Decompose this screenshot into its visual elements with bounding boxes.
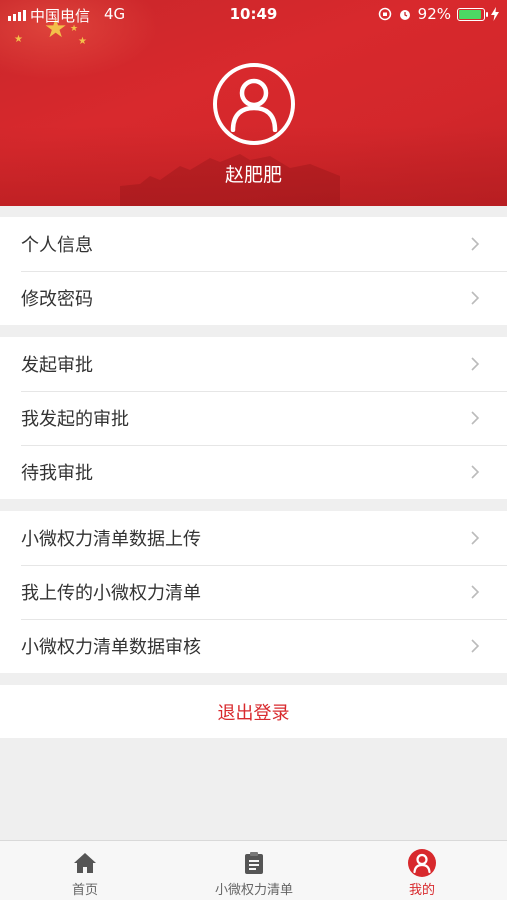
menu-item-my-approvals[interactable]: 我发起的审批 <box>0 391 507 445</box>
battery-percentage: 92% <box>417 5 451 23</box>
menu-item-label: 发起审批 <box>21 355 93 376</box>
tab-bar: 首页 小微权力清单 我的 <box>0 840 507 900</box>
tab-home[interactable]: 首页 <box>45 841 125 900</box>
chevron-right-icon <box>471 639 480 653</box>
menu-item-my-uploaded-power-list[interactable]: 我上传的小微权力清单 <box>0 565 507 619</box>
menu-item-label: 修改密码 <box>21 289 93 310</box>
tab-power-list[interactable]: 小微权力清单 <box>198 841 310 900</box>
menu-group-approval: 发起审批 我发起的审批 待我审批 <box>0 337 507 499</box>
alarm-icon <box>399 10 410 20</box>
status-bar: 中国电信 4G 10:49 92% <box>0 0 507 28</box>
home-icon <box>74 853 96 873</box>
rotation-lock-icon <box>378 7 391 21</box>
menu-item-label: 我发起的审批 <box>21 409 129 430</box>
tab-label: 我的 <box>408 883 435 898</box>
chevron-right-icon <box>471 357 480 371</box>
logout-button[interactable]: 退出登录 <box>0 685 507 738</box>
chevron-right-icon <box>471 237 480 251</box>
menu-item-label: 待我审批 <box>21 463 93 484</box>
menu-item-upload-power-list[interactable]: 小微权力清单数据上传 <box>0 511 507 565</box>
menu-item-label: 个人信息 <box>21 235 93 256</box>
chevron-right-icon <box>471 585 480 599</box>
clipboard-icon <box>245 852 263 874</box>
profile-header: ★ ★ ★ ★ 中国电信 4G 10:49 92% 赵肥肥 <box>0 0 507 206</box>
chevron-right-icon <box>471 411 480 425</box>
menu-item-label: 小微权力清单数据上传 <box>21 529 201 550</box>
battery-icon <box>457 7 488 21</box>
avatar[interactable] <box>213 63 295 145</box>
menu-group-account: 个人信息 修改密码 <box>0 217 507 325</box>
username: 赵肥肥 <box>224 164 282 186</box>
status-icons: 92% <box>378 5 499 23</box>
tab-label: 首页 <box>71 883 98 898</box>
menu-item-change-password[interactable]: 修改密码 <box>0 271 507 325</box>
charging-icon <box>491 7 499 21</box>
menu-item-start-approval[interactable]: 发起审批 <box>0 337 507 391</box>
menu-item-label: 我上传的小微权力清单 <box>21 583 201 604</box>
chevron-right-icon <box>471 291 480 305</box>
user-icon <box>230 78 278 132</box>
tab-label: 小微权力清单 <box>214 883 293 898</box>
user-icon <box>408 849 436 877</box>
menu-item-personal-info[interactable]: 个人信息 <box>0 217 507 271</box>
menu-item-review-power-list[interactable]: 小微权力清单数据审核 <box>0 619 507 673</box>
battery-fill <box>459 9 482 19</box>
chevron-right-icon <box>471 465 480 479</box>
chevron-right-icon <box>471 531 480 545</box>
flag-star: ★ <box>14 34 23 45</box>
flag-star: ★ <box>78 36 87 47</box>
menu-group-power-list: 小微权力清单数据上传 我上传的小微权力清单 小微权力清单数据审核 <box>0 511 507 673</box>
menu-item-label: 小微权力清单数据审核 <box>21 637 201 658</box>
tab-mine[interactable]: 我的 <box>382 841 462 900</box>
menu-item-pending-approvals[interactable]: 待我审批 <box>0 445 507 499</box>
